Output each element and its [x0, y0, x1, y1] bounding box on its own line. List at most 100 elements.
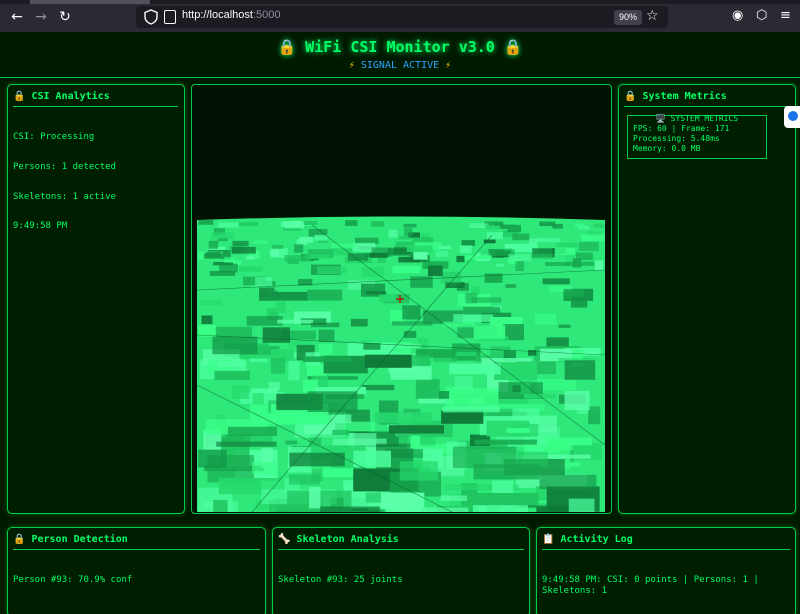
- voxel-tile: [528, 350, 537, 356]
- voxel-tile: [412, 237, 434, 243]
- divider: [278, 549, 524, 550]
- voxel-tile: [272, 245, 284, 249]
- voxel-tile: [331, 243, 356, 248]
- voxel-tile: [213, 499, 228, 512]
- bookmark-star-icon[interactable]: ☆: [646, 8, 659, 24]
- voxel-tile: [318, 344, 333, 355]
- voxel-tile: [285, 440, 298, 445]
- voxel-tile: [379, 294, 396, 302]
- voxel-tile: [413, 251, 428, 260]
- forward-icon[interactable]: →: [33, 9, 49, 25]
- extensions-icon[interactable]: ⬡: [756, 8, 767, 23]
- url-bar[interactable]: http://localhost:5000: [136, 6, 668, 28]
- activity-log-panel: 📋 Activity Log 9:49:58 PM: CSI: 0 points…: [536, 527, 796, 614]
- voxel-tile: [270, 357, 286, 374]
- side-panel-icon: [788, 111, 798, 121]
- side-panel-toggle[interactable]: [784, 106, 800, 128]
- person-detection-panel: 🔒 Person Detection Person #93: 70.9% con…: [7, 527, 266, 614]
- voxel-tile: [449, 363, 501, 375]
- voxel-tile: [574, 223, 584, 227]
- voxel-tile: [568, 498, 595, 512]
- metrics-box-title: 🖥️ SYSTEM METRICS: [655, 114, 739, 123]
- menu-icon[interactable]: ≡: [780, 8, 791, 23]
- timestamp: 9:49:58 PM: [13, 221, 68, 231]
- page-title: 🔒 WiFi CSI Monitor v3.0 🔒: [277, 38, 523, 56]
- point-cloud-scene[interactable]: [192, 85, 610, 512]
- reload-icon[interactable]: ↻: [57, 9, 73, 25]
- voxel-tile: [238, 222, 259, 226]
- active-tab-indicator[interactable]: [30, 0, 150, 4]
- voxel-tile: [439, 391, 450, 399]
- voxel-tile: [442, 406, 500, 413]
- voxel-tile: [369, 252, 388, 258]
- persons-count: Persons: 1 detected: [13, 162, 116, 172]
- voxel-tile: [485, 225, 501, 230]
- panel-title: 🦴 Skeleton Analysis: [278, 534, 399, 545]
- voxel-tile: [302, 356, 352, 362]
- voxel-tile: [365, 291, 387, 295]
- voxel-tile: [217, 360, 245, 367]
- voxel-tile: [512, 385, 521, 392]
- voxel-tile: [374, 412, 433, 424]
- panel-title: 📋 Activity Log: [542, 534, 633, 545]
- voxel-tile: [231, 246, 256, 254]
- voxel-tile: [542, 278, 570, 285]
- voxel-tile: [198, 220, 214, 225]
- voxel-tile: [211, 232, 235, 239]
- voxel-tile: [569, 462, 580, 467]
- divider: [13, 549, 260, 550]
- voxel-tile: [564, 360, 596, 380]
- voxel-tile: [350, 318, 368, 327]
- account-icon[interactable]: ◉: [732, 8, 743, 23]
- voxel-tile: [515, 261, 525, 271]
- voxel-tile: [218, 222, 239, 228]
- system-metrics-box: 🖥️ SYSTEM METRICS FPS: 60 | Frame: 171 P…: [627, 114, 767, 159]
- voxel-tile: [197, 449, 227, 468]
- voxel-tile: [459, 245, 472, 254]
- voxel-tile: [588, 406, 601, 425]
- voxel-tile: [302, 220, 318, 225]
- voxel-tile: [467, 493, 539, 506]
- voxel-tile: [415, 379, 440, 399]
- signal-status: ⚡ SIGNAL ACTIVE ⚡: [0, 60, 800, 71]
- bolt-icon: ⚡: [445, 60, 452, 71]
- voxel-tile: [218, 477, 262, 495]
- voxel-tile: [388, 229, 398, 238]
- voxel-tile: [474, 439, 537, 445]
- voxel-tile: [507, 224, 521, 233]
- voxel-tile: [362, 384, 395, 391]
- voxel-tile: [239, 266, 263, 272]
- voxel-tile: [269, 250, 280, 257]
- zoom-level-button[interactable]: 90%: [614, 10, 642, 25]
- system-metrics-panel: 🔒 System Metrics 🖥️ SYSTEM METRICS FPS: …: [618, 84, 796, 514]
- csi-analytics-panel: 🔒 CSI Analytics CSI: Processing Persons:…: [7, 84, 185, 514]
- voxel-tile: [581, 234, 605, 241]
- person-detection-entry: Person #93: 70.9% conf: [13, 575, 133, 585]
- voxel-tile: [575, 252, 593, 261]
- voxel-tile: [201, 315, 213, 324]
- page-icon[interactable]: [164, 10, 176, 24]
- csi-3d-viewport[interactable]: [191, 84, 612, 514]
- voxel-tile: [274, 291, 308, 301]
- voxel-tile: [307, 391, 358, 412]
- voxel-tile: [556, 242, 578, 248]
- voxel-tile: [262, 327, 290, 343]
- voxel-tile: [570, 296, 588, 308]
- voxel-tile: [345, 220, 358, 226]
- voxel-tile: [495, 263, 504, 267]
- voxel-tile: [537, 379, 576, 391]
- shield-icon[interactable]: [144, 9, 158, 25]
- voxel-tile: [310, 322, 340, 328]
- voxel-tile: [566, 261, 594, 266]
- voxel-tile: [277, 319, 314, 324]
- voxel-tile: [294, 244, 304, 253]
- voxel-tile: [205, 252, 221, 258]
- voxel-tile: [216, 441, 277, 447]
- voxel-tile: [199, 299, 223, 306]
- back-icon[interactable]: ←: [9, 9, 25, 25]
- voxel-tile: [332, 429, 350, 436]
- voxel-tile: [545, 262, 570, 266]
- url-text[interactable]: http://localhost:5000: [182, 9, 280, 21]
- voxel-tile: [320, 506, 380, 512]
- header-divider: [0, 77, 800, 78]
